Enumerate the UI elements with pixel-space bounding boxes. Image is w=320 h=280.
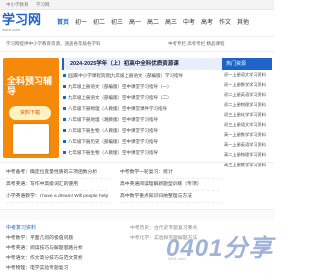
article-link[interactable]: 高考英语：写作中高级词汇的使用 xyxy=(6,179,108,191)
nav-item[interactable]: 初一 xyxy=(72,16,90,30)
hot-resources: 热门资源 初一上册语文学习资料 初一上册数学学习资料 初二上册英语学习资料 初二… xyxy=(222,58,272,170)
main-content: 全科预习辅导 资料下载 2024-2025学年（上）初高中全科优质资源课 [国家… xyxy=(0,52,274,167)
hot-resources-title: 热门资源 xyxy=(222,58,272,70)
banner-title: 全科预习辅导 xyxy=(7,76,53,96)
review-list: 中考数学：平面几何的极值问题 中考英语：阅读技巧与解题思路分析 中考语文：作文高… xyxy=(6,234,116,274)
article-link[interactable]: 中考数学一轮复习：统计 xyxy=(120,167,220,179)
site-header: 学习网 xuexi.com 首页 初一 初二 初三 高一 高二 高三 中考 高考… xyxy=(0,10,274,37)
list-item[interactable]: 八年级下册地理（湘教版）空中课堂学习指导 xyxy=(62,114,224,125)
watermark: 0401分享 0401.com xyxy=(148,226,276,262)
topbar-right[interactable]: 学习网 xyxy=(36,0,50,9)
list-item[interactable]: 七年级下册生物（人教版）空中课堂学习指导 xyxy=(62,147,224,158)
article-link[interactable]: 高中英语阅读理解新题型训练（专项） xyxy=(120,179,220,191)
section-divider xyxy=(0,209,274,220)
section-title: 中考复习资料 xyxy=(6,225,37,231)
nav-item[interactable]: 作文 xyxy=(216,16,234,30)
article-link[interactable]: 中考语文：作文高分技巧与范文赏析 xyxy=(6,254,116,264)
article-link[interactable]: 高中数学重点知识归纳整理与方法 xyxy=(120,191,220,203)
list-item[interactable]: 九年级上册语文（部编版）空中课堂学习指导（二） xyxy=(62,92,224,103)
list-item[interactable]: 初二上册英语学习资料 xyxy=(222,90,272,100)
list-item[interactable]: 初一上册语文学习资料 xyxy=(222,70,272,80)
articles-section: 中考备考：确定位变量性质的三项函数分析 高考英语：写作中高级词汇的使用 小学英语… xyxy=(0,162,274,209)
articles-left: 中考备考：确定位变量性质的三项函数分析 高考英语：写作中高级词汇的使用 小学英语… xyxy=(6,167,108,203)
list-item[interactable]: 高一上册数学学习资料 xyxy=(222,130,272,140)
banner-badge[interactable]: 资料下载 xyxy=(9,106,51,120)
site-logo[interactable]: 学习网 xuexi.com xyxy=(2,13,46,33)
list-item[interactable]: [国家中小学课程资源]九年级上册语文（部编版）学习指导 xyxy=(62,70,224,81)
nav-item-home[interactable]: 首页 xyxy=(54,16,72,30)
featured-title: 2024-2025学年（上）初高中全科优质资源课 xyxy=(62,58,224,70)
list-item[interactable]: 九年级上册语文（部编版）空中课堂学习指导（一） xyxy=(62,81,224,92)
nav-item[interactable]: 其他 xyxy=(234,16,252,30)
nav-item[interactable]: 初二 xyxy=(90,16,108,30)
article-link[interactable]: 中考英语：阅读技巧与解题思路分析 xyxy=(6,244,116,254)
nav-item[interactable]: 高二 xyxy=(144,16,162,30)
article-link[interactable]: 中考物理：电学实验专题复习 xyxy=(6,264,116,274)
article-link[interactable]: 小学英语教学：I have a dream! Will people help … xyxy=(6,191,108,203)
list-item[interactable]: 初一上册数学学习资料 xyxy=(222,80,272,90)
main-nav: 首页 初一 初二 初三 高一 高二 高三 中考 高考 作文 其他 xyxy=(54,16,274,30)
site-notice: 学习网提供中小学教育资源，涵盖各年级各学科 xyxy=(6,41,101,46)
list-item[interactable]: 高二上册物理学习资料 xyxy=(222,150,272,160)
articles-right: 中考数学一轮复习：统计 高中英语阅读理解新题型训练（专项） 高中数学重点知识归纳… xyxy=(120,167,220,203)
nav-item[interactable]: 高一 xyxy=(126,16,144,30)
nav-item[interactable]: 中考 xyxy=(180,16,198,30)
list-item[interactable]: 八年级下册生物（人教版）空中课堂学习指导 xyxy=(62,125,224,136)
nav-item[interactable]: 初三 xyxy=(108,16,126,30)
article-link[interactable]: 中考数学：平面几何的极值问题 xyxy=(6,234,116,244)
featured-list: 2024-2025学年（上）初高中全科优质资源课 [国家中小学课程资源]九年级上… xyxy=(62,58,224,158)
paper-illustration xyxy=(13,124,49,154)
notice-row: 学习网提供中小学教育资源，涵盖各年级各学科 中考专栏 高考专栏 精品课程 xyxy=(0,37,274,52)
list-item[interactable]: 高一上册英语学习资料 xyxy=(222,140,272,150)
nav-item[interactable]: 高考 xyxy=(198,16,216,30)
list-item[interactable]: 八年级下册历史（部编版）空中课堂学习指导 xyxy=(62,136,224,147)
promo-banner[interactable]: 全科预习辅导 资料下载 xyxy=(3,58,59,158)
article-link[interactable]: 中考备考：确定位变量性质的三项函数分析 xyxy=(6,167,108,179)
top-utility-bar: 中小学教育 学习网 xyxy=(0,0,274,10)
list-item[interactable]: 初三上册语文学习资料 xyxy=(222,120,272,130)
nav-item[interactable]: 高三 xyxy=(162,16,180,30)
list-item[interactable]: 初三上册化学学习资料 xyxy=(222,110,272,120)
list-item[interactable]: 初二上册物理学习资料 xyxy=(222,100,272,110)
watermark-subtext: 0401.com xyxy=(168,256,186,261)
quick-links[interactable]: 中考专栏 高考专栏 精品课程 xyxy=(168,41,268,47)
list-item[interactable]: 八年级下册物理（人教版）空中课堂课件学习指导 xyxy=(62,103,224,114)
topbar-left: 中小学教育 xyxy=(6,2,29,7)
